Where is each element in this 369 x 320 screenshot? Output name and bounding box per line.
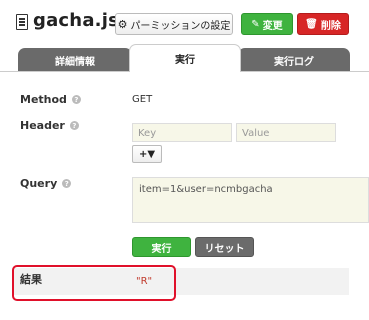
- method-value: GET: [132, 94, 153, 105]
- reset-button[interactable]: リセット: [195, 237, 254, 257]
- page-title: gacha.js: [33, 10, 119, 31]
- query-label: Query ?: [20, 177, 72, 190]
- header-value-input[interactable]: Value: [236, 123, 336, 142]
- tab-details[interactable]: 詳細情報: [18, 48, 132, 72]
- file-icon: [16, 14, 28, 30]
- help-icon[interactable]: ?: [69, 121, 79, 130]
- help-icon[interactable]: ?: [62, 179, 72, 188]
- tab-bar: 詳細情報 実行ログ 実行: [0, 44, 369, 72]
- edit-icon: ✎: [251, 18, 260, 30]
- permission-settings-button[interactable]: ⚙ パーミッションの設定: [115, 13, 233, 35]
- delete-button[interactable]: 🗑 削除: [297, 13, 349, 35]
- query-textarea[interactable]: item=1&user=ncmbgacha: [132, 177, 369, 223]
- gear-icon: ⚙: [117, 17, 128, 31]
- result-label: 結果: [20, 273, 42, 286]
- method-label-text: Method: [20, 93, 67, 106]
- result-value: "R": [136, 276, 153, 287]
- permission-settings-label: パーミッションの設定: [130, 20, 231, 32]
- help-icon[interactable]: ?: [71, 95, 81, 104]
- tab-execute[interactable]: 実行: [129, 44, 241, 72]
- add-header-button[interactable]: +▼: [132, 145, 162, 163]
- method-label: Method ?: [20, 93, 81, 106]
- trash-icon: 🗑: [305, 18, 318, 30]
- edit-button[interactable]: ✎ 変更: [241, 13, 293, 35]
- header-label-text: Header: [20, 119, 65, 132]
- run-button[interactable]: 実行: [132, 237, 191, 257]
- tab-execution-log[interactable]: 実行ログ: [238, 48, 350, 72]
- edit-label: 変更: [262, 20, 283, 32]
- page-header: gacha.js ⚙ パーミッションの設定 ✎ 変更 🗑 削除: [0, 0, 369, 48]
- query-label-text: Query: [20, 177, 58, 190]
- delete-label: 削除: [320, 20, 341, 32]
- header-label: Header ?: [20, 119, 79, 132]
- header-key-input[interactable]: Key: [132, 123, 232, 142]
